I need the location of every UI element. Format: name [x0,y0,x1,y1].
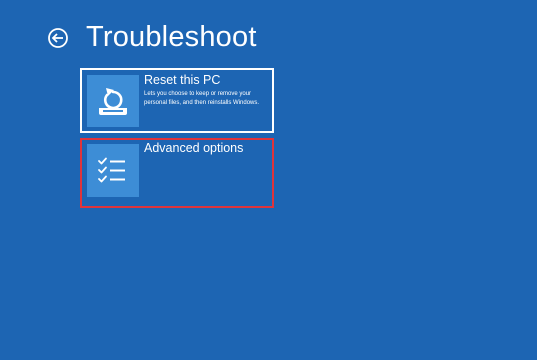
checklist-icon [98,157,125,183]
reset-pc-icon [99,88,127,115]
back-arrow-circle-icon [48,28,68,48]
recovery-screen: Troubleshoot Reset this PC Lets you choo… [0,0,537,360]
reset-this-pc-option[interactable]: Reset this PC Lets you choose to keep or… [80,68,274,133]
back-button[interactable] [46,26,70,50]
advanced-options-option[interactable]: Advanced options [80,138,274,208]
page-title: Troubleshoot [86,21,257,53]
option-description: Lets you choose to keep or remove your p… [144,91,260,106]
option-title: Reset this PC [144,73,221,87]
option-title: Advanced options [144,141,244,155]
reset-pc-icon-box [87,75,139,127]
checklist-icon-box [87,144,139,197]
